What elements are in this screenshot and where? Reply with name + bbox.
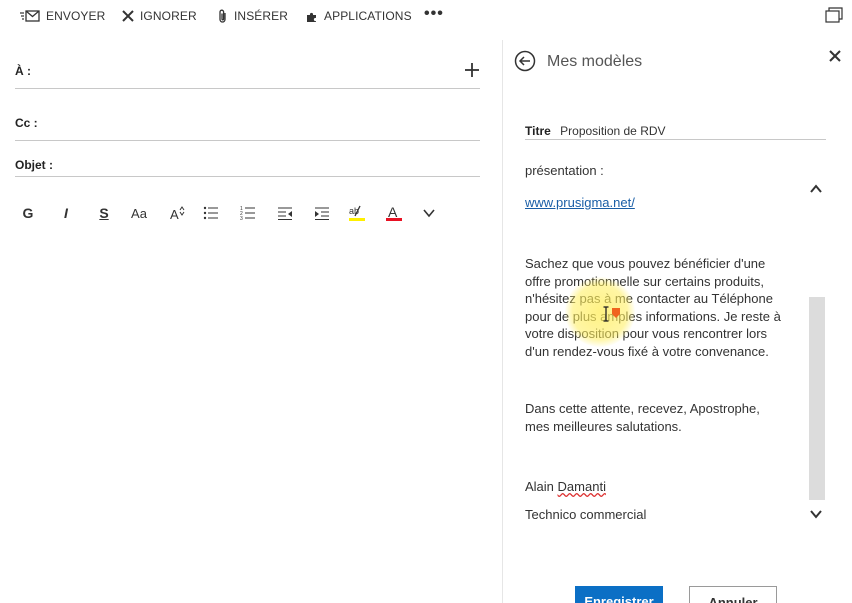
cc-field[interactable]: Cc : <box>15 114 480 141</box>
scrollbar-thumb[interactable] <box>809 297 825 500</box>
paperclip-icon <box>218 9 228 23</box>
popout-window-icon[interactable] <box>825 7 843 23</box>
subject-field[interactable]: Objet : <box>15 157 480 177</box>
chevron-down-icon[interactable] <box>417 202 441 224</box>
pane-title: Mes modèles <box>547 53 643 70</box>
scroll-down-chevron-icon[interactable] <box>808 507 824 521</box>
discard-label: IGNORER <box>140 9 197 23</box>
svg-text:A: A <box>170 207 179 221</box>
send-label: ENVOYER <box>46 9 106 23</box>
template-title-value: Proposition de RDV <box>560 124 666 138</box>
format-toolbar: G I S Aa A 1 2 3 ab A <box>14 202 444 224</box>
signature-role: Technico commercial <box>525 507 647 522</box>
more-options-button[interactable]: ••• <box>424 5 444 22</box>
body-line: offre promotionnelle sur certains produi… <box>525 273 764 289</box>
discard-button[interactable]: IGNORER <box>122 8 197 24</box>
subject-label: Objet : <box>15 158 53 172</box>
underline-button[interactable]: S <box>92 202 116 224</box>
puzzle-icon <box>305 10 318 23</box>
signature-last-name: Damanti <box>557 479 606 494</box>
template-title-label: Titre <box>525 124 551 138</box>
insert-button[interactable]: INSÉRER <box>218 8 288 24</box>
bold-button[interactable]: G <box>16 202 40 224</box>
body-line: Sachez que vous pouvez bénéficier d'une <box>525 256 766 271</box>
template-title-field[interactable]: Titre Proposition de RDV <box>525 124 826 140</box>
more-dots-icon: ••• <box>424 5 444 22</box>
font-color-icon[interactable]: A <box>382 202 406 224</box>
apps-button[interactable]: APPLICATIONS <box>305 8 412 24</box>
website-link[interactable]: www.prusigma.net/ <box>525 194 635 212</box>
body-line: n'hésitez pas à me contacter au Téléphon… <box>525 291 773 306</box>
close-x-icon <box>122 10 134 22</box>
back-arrow-icon[interactable] <box>514 50 536 72</box>
cancel-button[interactable]: Annuler <box>689 586 777 603</box>
scroll-up-chevron-icon[interactable] <box>808 182 824 196</box>
numbered-list-icon[interactable]: 1 2 3 <box>236 202 260 224</box>
grow-font-icon[interactable]: A <box>165 202 189 224</box>
compose-pane: À : Cc : Objet : G I S Aa A 1 2 3 ab A <box>0 32 502 603</box>
decrease-indent-icon[interactable] <box>273 202 297 224</box>
add-recipient-plus-icon[interactable] <box>462 60 482 80</box>
svg-text:A: A <box>388 204 398 220</box>
apps-label: APPLICATIONS <box>324 9 412 23</box>
increase-indent-icon[interactable] <box>310 202 334 224</box>
bullet-list-icon[interactable] <box>199 202 223 224</box>
body-line: Dans cette attente, recevez, Apostrophe, <box>525 401 760 416</box>
save-button[interactable]: Enregistrer <box>575 586 663 603</box>
templates-pane: Mes modèles Titre Proposition de RDV pré… <box>503 32 852 603</box>
signature-name: Alain Damanti <box>525 478 606 496</box>
signature-first-name: Alain <box>525 479 554 494</box>
command-toolbar: ENVOYER IGNORER INSÉRER APPLICATIONS ••• <box>0 0 852 32</box>
body-line: pour de plus amples informations. Je res… <box>525 308 781 324</box>
cc-label: Cc : <box>15 116 38 130</box>
highlight-color-icon[interactable]: ab <box>345 202 369 224</box>
to-field[interactable]: À : <box>15 62 480 89</box>
to-label: À : <box>15 64 31 78</box>
send-button[interactable]: ENVOYER <box>20 8 105 24</box>
close-icon[interactable] <box>827 48 843 64</box>
body-line: présentation : <box>525 163 604 178</box>
body-line: mes meilleures salutations. <box>525 418 682 434</box>
body-line: votre disposition pour vous rencontrer l… <box>525 326 768 341</box>
font-size-button[interactable]: Aa <box>127 202 151 224</box>
insert-label: INSÉRER <box>234 9 289 23</box>
send-mail-icon <box>20 10 40 22</box>
svg-text:3: 3 <box>240 216 243 221</box>
body-line: d'un rendez-vous fixé à votre convenance… <box>525 343 769 359</box>
italic-button[interactable]: I <box>54 202 78 224</box>
